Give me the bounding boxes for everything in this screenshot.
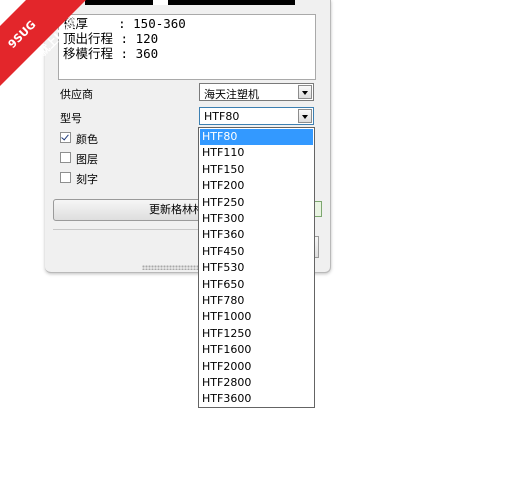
dropdown-option[interactable]: HTF360: [200, 227, 313, 243]
chevron-down-icon[interactable]: [298, 109, 312, 123]
dropdown-option[interactable]: HTF2800: [200, 375, 313, 391]
dropdown-option[interactable]: HTF150: [200, 162, 313, 178]
model-label: 型号: [60, 112, 82, 125]
dropdown-option[interactable]: HTF1600: [200, 342, 313, 358]
machine-info-textbox[interactable]: 模厚 : 150-360 顶出行程 : 120 移模行程 : 360: [58, 14, 316, 80]
update-button-label: 更新格林格: [149, 203, 204, 216]
checkmark-icon: [61, 132, 69, 141]
engrave-checkbox[interactable]: [60, 172, 71, 183]
dropdown-option[interactable]: HTF2000: [200, 359, 313, 375]
layer-checkbox[interactable]: [60, 152, 71, 163]
top-bar-gap: [153, 0, 168, 5]
layer-checkbox-label: 图层: [76, 153, 98, 166]
dropdown-option[interactable]: HTF780: [200, 293, 313, 309]
supplier-select-value: 海天注塑机: [204, 88, 259, 101]
dropdown-option[interactable]: HTF450: [200, 244, 313, 260]
dropdown-option[interactable]: HTF250: [200, 195, 313, 211]
supplier-select[interactable]: 海天注塑机: [199, 83, 314, 101]
dropdown-option[interactable]: HTF1250: [200, 326, 313, 342]
status-indicator: [314, 201, 322, 217]
dropdown-option[interactable]: HTF1000: [200, 309, 313, 325]
color-checkbox[interactable]: [60, 132, 71, 143]
model-dropdown-list[interactable]: HTF80 HTF110 HTF150 HTF200 HTF250 HTF300 HTF36…: [198, 127, 315, 408]
dropdown-option[interactable]: HTF80: [200, 129, 313, 145]
dropdown-option[interactable]: HTF650: [200, 277, 313, 293]
dropdown-option[interactable]: HTF200: [200, 178, 313, 194]
top-bar: [85, 0, 295, 5]
dropdown-option[interactable]: HTF530: [200, 260, 313, 276]
model-select-value: HTF80: [204, 110, 240, 123]
color-checkbox-label: 颜色: [76, 133, 98, 146]
dropdown-option[interactable]: HTF3600: [200, 391, 313, 407]
engrave-checkbox-label: 刻字: [76, 173, 98, 186]
dropdown-option[interactable]: HTF300: [200, 211, 313, 227]
dropdown-option[interactable]: HTF110: [200, 145, 313, 161]
model-select[interactable]: HTF80: [199, 107, 314, 125]
watermark-badge: 9SUG 学UG就上UG网: [0, 0, 95, 95]
resize-grip[interactable]: [142, 265, 200, 270]
chevron-down-icon[interactable]: [298, 85, 312, 99]
